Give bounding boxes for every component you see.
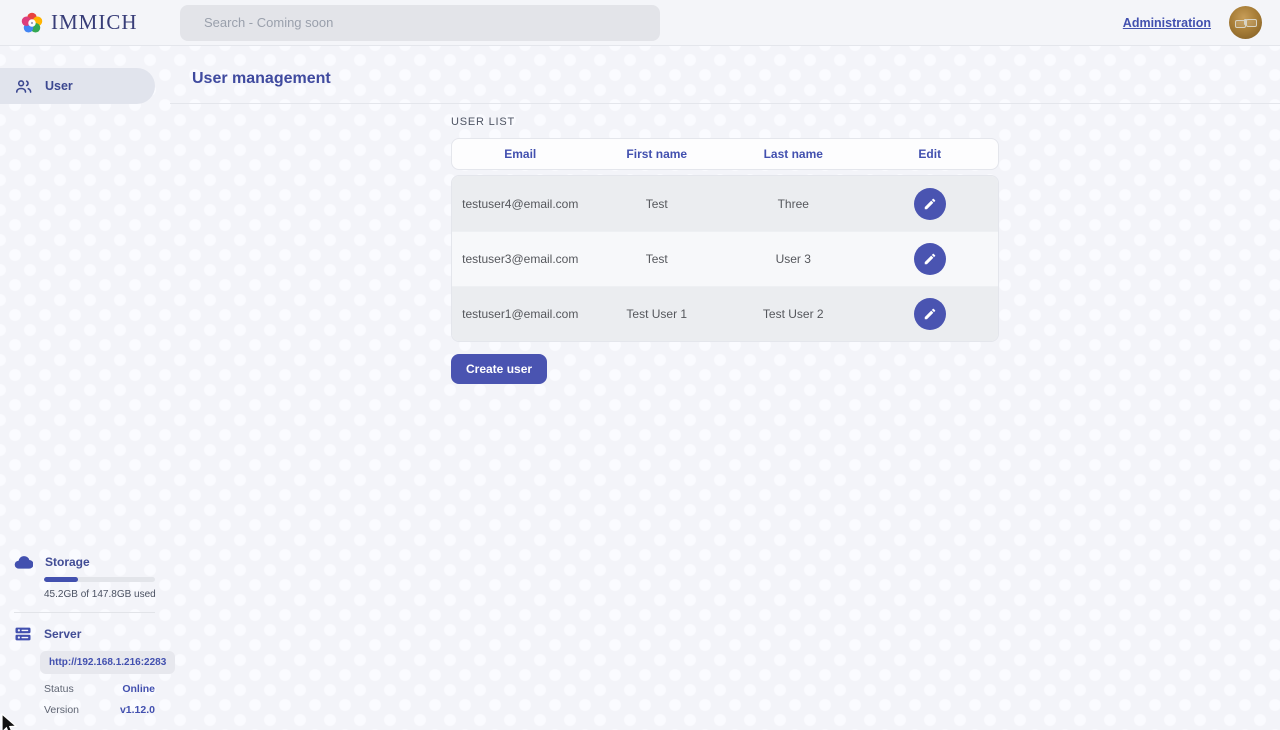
cell-email: testuser1@email.com [452, 307, 589, 321]
administration-link[interactable]: Administration [1123, 16, 1211, 30]
cell-first-name: Test [589, 252, 726, 266]
column-header-first-name: First name [589, 147, 726, 161]
cell-last-name: Three [725, 197, 862, 211]
user-table-row: testuser3@email.com Test User 3 [452, 231, 998, 286]
server-url-badge: http://192.168.1.216:2283 [40, 651, 175, 674]
user-avatar[interactable] [1229, 6, 1262, 39]
edit-user-button[interactable] [914, 243, 946, 275]
search-input[interactable] [180, 5, 660, 41]
storage-progress-fill [44, 577, 78, 582]
cell-last-name: User 3 [725, 252, 862, 266]
app-shell: User Storage 45.2GB of 147.8GB used [0, 46, 1280, 730]
column-header-edit: Edit [862, 147, 999, 161]
sidebar-item-user[interactable]: User [0, 68, 155, 104]
user-table-header: Email First name Last name Edit [451, 138, 999, 170]
pencil-icon [923, 197, 937, 211]
storage-progress-bar [44, 577, 155, 582]
server-version-row: Version v1.12.0 [44, 704, 155, 716]
user-table-body: testuser4@email.com Test Three testuser3… [451, 175, 999, 342]
sidebar-divider [14, 612, 155, 613]
server-header: Server [0, 625, 170, 643]
app-logo[interactable]: IMMICH [20, 10, 180, 35]
admin-sidebar: User Storage 45.2GB of 147.8GB used [0, 46, 170, 730]
cell-email: testuser4@email.com [452, 197, 589, 211]
column-header-last-name: Last name [725, 147, 862, 161]
cell-first-name: Test [589, 197, 726, 211]
cell-email: testuser3@email.com [452, 252, 589, 266]
people-icon [14, 77, 33, 96]
user-list-label: USER LIST [451, 116, 999, 128]
user-list-section: USER LIST Email First name Last name Edi… [451, 116, 999, 384]
pencil-icon [923, 307, 937, 321]
cell-first-name: Test User 1 [589, 307, 726, 321]
sidebar-item-label: User [45, 79, 73, 93]
top-bar: IMMICH Administration [0, 0, 1280, 46]
user-table-row: testuser1@email.com Test User 1 Test Use… [452, 286, 998, 341]
column-header-email: Email [452, 147, 589, 161]
app-title: IMMICH [51, 10, 138, 35]
version-label: Version [44, 704, 79, 716]
title-divider [170, 103, 1280, 104]
server-title: Server [44, 627, 81, 641]
version-value: v1.12.0 [120, 704, 155, 716]
server-icon [14, 625, 32, 643]
cell-last-name: Test User 2 [725, 307, 862, 321]
page-title: User management [170, 70, 1280, 88]
pencil-icon [923, 252, 937, 266]
storage-title: Storage [45, 555, 90, 569]
user-table-row: testuser4@email.com Test Three [452, 176, 998, 231]
edit-user-button[interactable] [914, 298, 946, 330]
server-status-row: Status Online [44, 683, 155, 695]
cloud-icon [14, 552, 33, 571]
main-panel: User management USER LIST Email First na… [170, 46, 1280, 730]
edit-user-button[interactable] [914, 188, 946, 220]
immich-flower-icon [20, 11, 44, 35]
sidebar-status-panel: Storage 45.2GB of 147.8GB used [0, 552, 170, 730]
storage-header: Storage [0, 552, 170, 571]
status-label: Status [44, 683, 74, 695]
status-value: Online [122, 683, 155, 695]
storage-usage-text: 45.2GB of 147.8GB used [44, 589, 170, 600]
create-user-button[interactable]: Create user [451, 354, 547, 384]
